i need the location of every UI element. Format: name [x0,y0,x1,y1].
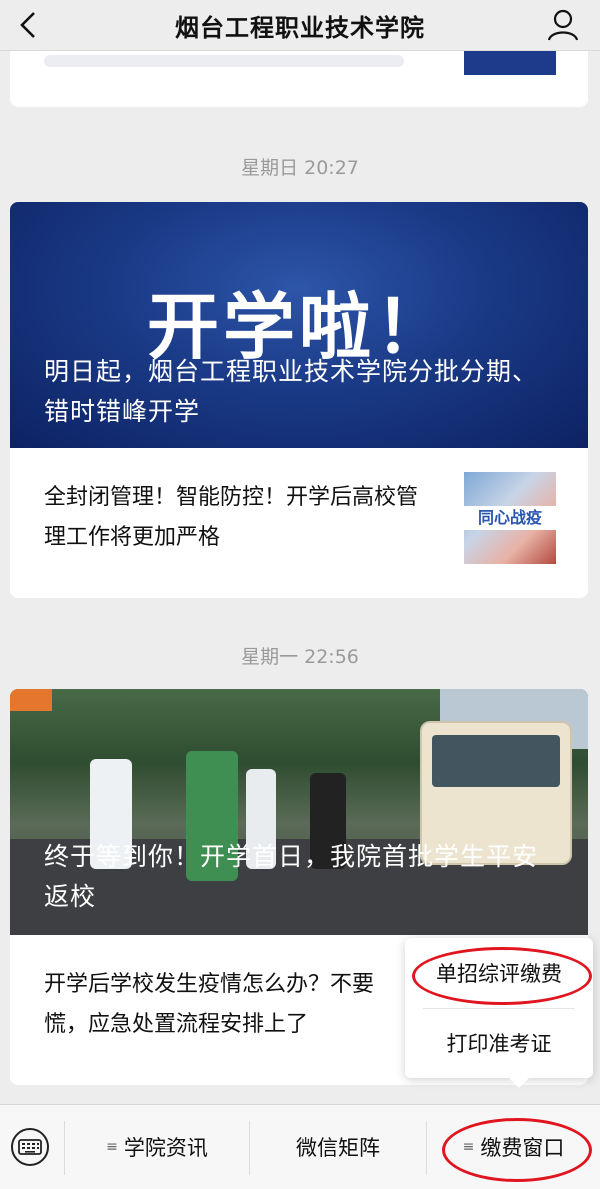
menu-list-icon: ≡ [462,1139,475,1155]
submenu-item-print-admission[interactable]: 打印准考证 [405,1010,593,1078]
article-hero[interactable]: 开学啦！ 明日起，烟台工程职业技术学院分批分期、错时错峰开学 [10,202,588,448]
submenu-popup: 单招综评缴费 打印准考证 [405,938,593,1088]
tab-label: 学院资讯 [123,1136,208,1160]
sub-article-title: 全封闭管理！智能防控！开学后高校管理工作将更加严格 [44,485,419,550]
menu-divider [423,1008,575,1009]
message-timestamp: 星期一 22:56 [241,646,359,668]
sub-article-row[interactable]: 全封闭管理！智能防控！开学后高校管理工作将更加严格 同心战疫 [10,448,588,598]
page-title: 烟台工程职业技术学院 [175,13,425,42]
back-arrow-icon[interactable] [14,10,42,40]
tab-label: 缴费窗口 [480,1136,565,1160]
article-thumbnail [464,51,556,75]
profile-icon[interactable] [546,8,580,42]
thumbnail-banner-text: 同心战疫 [464,506,556,530]
sub-article-thumbnail: 同心战疫 [464,472,556,564]
tab-label: 微信矩阵 [296,1136,380,1160]
photo-tent [10,689,52,711]
article-hero[interactable]: 终于等到你！开学首日，我院首批学生平安返校 [10,689,588,935]
truncated-text [44,55,404,67]
message-timestamp: 星期日 20:27 [241,157,359,179]
keyboard-icon[interactable] [10,1127,50,1167]
bottom-menu-bar: ≡ 学院资讯 微信矩阵 ≡ 缴费窗口 [0,1104,600,1189]
hero-caption: 终于等到你！开学首日，我院首批学生平安返校 [44,842,539,911]
tab-wechat-matrix[interactable]: 微信矩阵 [250,1105,426,1189]
previous-article-card[interactable] [10,51,588,107]
hero-caption: 明日起，烟台工程职业技术学院分批分期、错时错峰开学 [44,357,539,426]
submenu-item-fee-payment[interactable]: 单招综评缴费 [405,940,593,1008]
sub-article-title: 开学后学校发生疫情怎么办？不要慌，应急处置流程安排上了 [44,972,375,1037]
tab-college-news[interactable]: ≡ 学院资讯 [65,1105,249,1189]
tab-payment-window[interactable]: ≡ 缴费窗口 [427,1105,600,1189]
article-card: 开学啦！ 明日起，烟台工程职业技术学院分批分期、错时错峰开学 全封闭管理！智能防… [10,202,588,598]
top-nav-bar: 烟台工程职业技术学院 [0,0,600,51]
menu-list-icon: ≡ [106,1139,118,1155]
